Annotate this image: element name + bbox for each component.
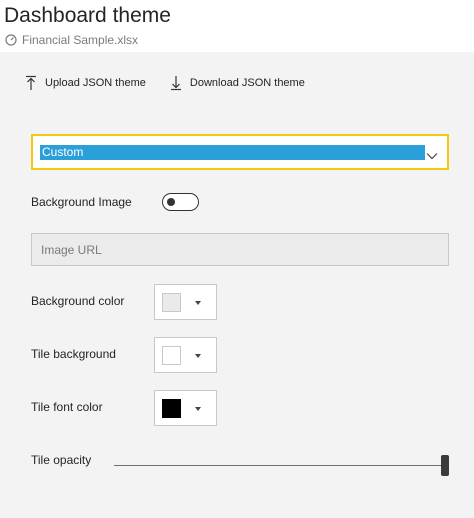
theme-settings-panel: Upload JSON theme Download JSON theme Cu… bbox=[0, 52, 474, 518]
page-title: Dashboard theme bbox=[4, 4, 171, 27]
download-icon bbox=[170, 75, 182, 91]
dataset-name: Financial Sample.xlsx bbox=[22, 33, 139, 47]
background-color-picker[interactable] bbox=[154, 284, 217, 320]
theme-dropdown[interactable]: Custom bbox=[31, 134, 449, 170]
tile-opacity-slider-thumb[interactable] bbox=[441, 455, 449, 476]
tile-background-label: Tile background bbox=[31, 347, 116, 361]
chevron-down-icon bbox=[426, 147, 438, 165]
download-json-theme-label: Download JSON theme bbox=[189, 77, 305, 89]
caret-down-icon bbox=[195, 407, 201, 411]
upload-json-theme-label: Upload JSON theme bbox=[45, 77, 146, 89]
background-color-label: Background color bbox=[31, 294, 125, 308]
tile-background-swatch bbox=[162, 346, 181, 365]
download-json-theme-button[interactable]: Download JSON theme bbox=[170, 75, 305, 91]
caret-down-icon bbox=[195, 354, 201, 358]
background-color-swatch bbox=[162, 293, 181, 312]
caret-down-icon bbox=[195, 301, 201, 305]
tile-background-picker[interactable] bbox=[154, 337, 217, 373]
tile-font-color-swatch bbox=[162, 399, 181, 418]
tile-font-color-label: Tile font color bbox=[31, 400, 103, 414]
tile-font-color-picker[interactable] bbox=[154, 390, 217, 426]
gauge-icon bbox=[5, 34, 17, 46]
background-image-toggle[interactable] bbox=[162, 193, 199, 211]
upload-icon bbox=[25, 75, 37, 91]
toggle-knob bbox=[167, 197, 175, 206]
tile-opacity-slider-track[interactable] bbox=[114, 465, 446, 466]
tile-opacity-label: Tile opacity bbox=[31, 453, 92, 467]
theme-dropdown-value: Custom bbox=[40, 145, 425, 160]
dataset-subtitle: Financial Sample.xlsx bbox=[5, 33, 138, 47]
image-url-input[interactable] bbox=[31, 233, 449, 266]
pane-header: Dashboard theme Financial Sample.xlsx bbox=[0, 0, 474, 52]
background-image-label: Background Image bbox=[31, 195, 132, 209]
theme-file-actions: Upload JSON theme Download JSON theme bbox=[25, 75, 305, 91]
upload-json-theme-button[interactable]: Upload JSON theme bbox=[25, 75, 146, 91]
